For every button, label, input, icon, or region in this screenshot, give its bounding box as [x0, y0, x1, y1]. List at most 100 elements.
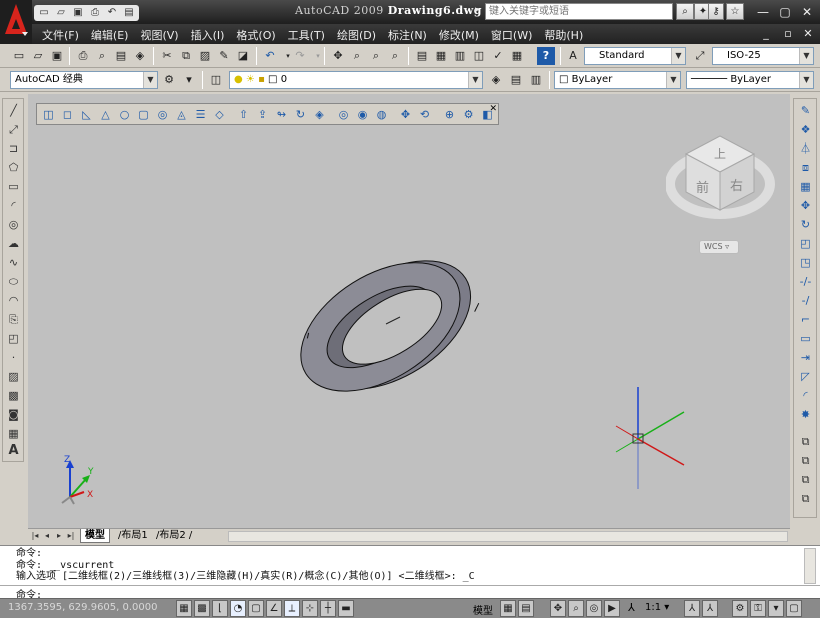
rectangle-icon[interactable]: ▭ — [5, 178, 22, 195]
undo-icon[interactable]: ↶ — [261, 47, 279, 65]
layer-state-icon[interactable]: ▥ — [527, 71, 545, 89]
revision-cloud-icon[interactable]: ☁ — [5, 235, 22, 252]
print-icon[interactable]: ⎙ — [88, 6, 102, 20]
circle-icon[interactable]: ◎ — [5, 216, 22, 233]
showmotion-icon[interactable]: ▶ — [604, 600, 620, 617]
annotation-visibility-icon[interactable]: ⅄ — [684, 600, 700, 617]
previous-tab-icon[interactable]: ◂ — [42, 530, 52, 542]
copy-icon[interactable]: ⧉ — [177, 47, 195, 65]
plot-preview-icon[interactable]: ⌕ — [93, 47, 111, 65]
new-icon[interactable]: ▭ — [37, 6, 51, 20]
workspace-select[interactable]: AutoCAD 经典 ▼ — [10, 71, 158, 89]
close-button[interactable]: ✕ — [798, 4, 816, 20]
paste-icon[interactable]: ▨ — [196, 47, 214, 65]
workspace-switching-icon[interactable]: ⚙ — [732, 600, 748, 617]
search-input[interactable] — [485, 3, 673, 20]
wcs-menu[interactable]: WCS ▿ — [699, 240, 739, 254]
extend-icon[interactable]: -/ — [797, 292, 814, 309]
horizontal-scrollbar[interactable] — [228, 531, 788, 542]
command-scrollbar[interactable] — [804, 548, 816, 584]
menu-help[interactable]: 帮助(H) — [542, 27, 593, 43]
restore-button[interactable]: ▢ — [776, 4, 794, 20]
spline-icon[interactable]: ∿ — [5, 254, 22, 271]
construction-line-icon[interactable]: ⤢ — [5, 121, 22, 138]
ducs-icon[interactable]: ⟂ — [284, 600, 300, 617]
erase-icon[interactable]: ✎ — [797, 102, 814, 119]
doc-close-button[interactable]: ✕ — [800, 26, 816, 42]
region-icon[interactable]: ◙ — [5, 406, 22, 423]
insert-block-icon[interactable]: ⎘ — [5, 311, 22, 328]
color-select[interactable]: □ ByLayer ▼ — [554, 71, 681, 89]
text-style-icon[interactable]: A — [564, 47, 582, 65]
cut-icon[interactable]: ✂ — [158, 47, 176, 65]
auto-scale-icon[interactable]: ⅄ — [702, 600, 718, 617]
gradient-icon[interactable]: ▩ — [5, 387, 22, 404]
quickcalc-icon[interactable]: ▦ — [508, 47, 526, 65]
break-icon[interactable]: ▭ — [797, 330, 814, 347]
send-to-back-icon[interactable]: ⧉ — [797, 471, 814, 488]
properties-icon[interactable]: ▤ — [413, 47, 431, 65]
favorites-button[interactable]: ☆ — [726, 3, 744, 20]
plot-icon[interactable]: ⎙ — [74, 47, 92, 65]
scale-icon[interactable]: ◰ — [797, 235, 814, 252]
markup-icon[interactable]: ✓ — [489, 47, 507, 65]
join-icon[interactable]: ⇥ — [797, 349, 814, 366]
sheet-set-icon[interactable]: ◫ — [470, 47, 488, 65]
hatch-icon[interactable]: ▨ — [5, 368, 22, 385]
dim-style-select[interactable]: ISO-25 ▼ — [712, 47, 814, 65]
draw-order-icon[interactable]: ⧉ — [797, 433, 814, 450]
dim-style-icon[interactable]: ⤢ — [691, 47, 709, 65]
viewcube-top-face[interactable]: 上 — [714, 147, 726, 161]
quick-view-drawings-icon[interactable]: ▤ — [518, 600, 534, 617]
layer-previous-icon[interactable]: ▤ — [507, 71, 525, 89]
osnap-icon[interactable]: ▢ — [248, 600, 264, 617]
ellipse-arc-icon[interactable]: ◠ — [5, 292, 22, 309]
workspace-dropdown-icon[interactable]: ▾ — [180, 71, 198, 89]
quick-view-layouts-icon[interactable]: ▦ — [500, 600, 516, 617]
qnew-icon[interactable]: ▭ — [10, 47, 28, 65]
explode-icon[interactable]: ✸ — [797, 406, 814, 423]
offset-icon[interactable]: ⧈ — [797, 159, 814, 176]
pan-icon[interactable]: ✥ — [550, 600, 566, 617]
menu-tools[interactable]: 工具(T) — [286, 27, 335, 43]
qp-icon[interactable]: ▬ — [338, 600, 354, 617]
viewcube[interactable]: 上 前 右 — [666, 126, 776, 226]
open-icon[interactable]: ▱ — [54, 6, 68, 20]
menu-format[interactable]: 格式(O) — [234, 27, 285, 43]
array-icon[interactable]: ▦ — [797, 178, 814, 195]
first-tab-icon[interactable]: |◂ — [30, 530, 40, 542]
mirror-icon[interactable]: ⏃ — [797, 140, 814, 157]
zoom-realtime-icon[interactable]: ⌕ — [348, 47, 366, 65]
point-icon[interactable]: · — [5, 349, 22, 366]
move-icon[interactable]: ✥ — [797, 197, 814, 214]
zoom-icon[interactable]: ⌕ — [568, 600, 584, 617]
polygon-icon[interactable]: ⬠ — [5, 159, 22, 176]
make-current-layer-icon[interactable]: ◈ — [487, 71, 505, 89]
coordinate-readout[interactable]: 1367.3595, 629.9605, 0.0000 — [8, 602, 158, 613]
title-arrow-icon[interactable]: ▸ — [475, 5, 480, 15]
tool-palettes-icon[interactable]: ▥ — [451, 47, 469, 65]
lock-icon[interactable]: ⚿ — [750, 600, 766, 617]
viewcube-front-face[interactable]: 前 — [696, 180, 709, 196]
line-icon[interactable]: ╱ — [5, 102, 22, 119]
menu-modify[interactable]: 修改(M) — [437, 27, 489, 43]
bring-above-icon[interactable]: ⧉ — [797, 490, 814, 507]
otrack-icon[interactable]: ∠ — [266, 600, 282, 617]
open-icon[interactable]: ▱ — [29, 47, 47, 65]
rotate-icon[interactable]: ↻ — [797, 216, 814, 233]
layer-select[interactable]: ● ☀ ▪ □ 0 ▼ — [229, 71, 483, 89]
help-icon[interactable]: ? — [537, 47, 555, 65]
tab-layout1[interactable]: /布局1 — [114, 529, 152, 543]
chamfer-icon[interactable]: ◸ — [797, 368, 814, 385]
linetype-select[interactable]: ────── ByLayer ▼ — [686, 71, 814, 89]
text-style-select[interactable]: Standard ▼ — [584, 47, 686, 65]
zoom-previous-icon[interactable]: ⌕ — [386, 47, 404, 65]
dyn-icon[interactable]: ⊹ — [302, 600, 318, 617]
pan-icon[interactable]: ✥ — [329, 47, 347, 65]
drawing-canvas[interactable]: ◫ ◻ ◺ △ ○ ▢ ◎ ◬ ☰ ◇ ⇧ ⇪ ↬ ↻ ◈ ◎ ◉ ◍ ✥ ⟲ … — [28, 94, 790, 528]
menu-draw[interactable]: 绘图(D) — [335, 27, 386, 43]
zoom-window-icon[interactable]: ⌕ — [367, 47, 385, 65]
workspace-settings-icon[interactable]: ⚙ — [160, 71, 178, 89]
publish-icon[interactable]: ▤ — [112, 47, 130, 65]
minimize-button[interactable]: — — [754, 4, 772, 20]
